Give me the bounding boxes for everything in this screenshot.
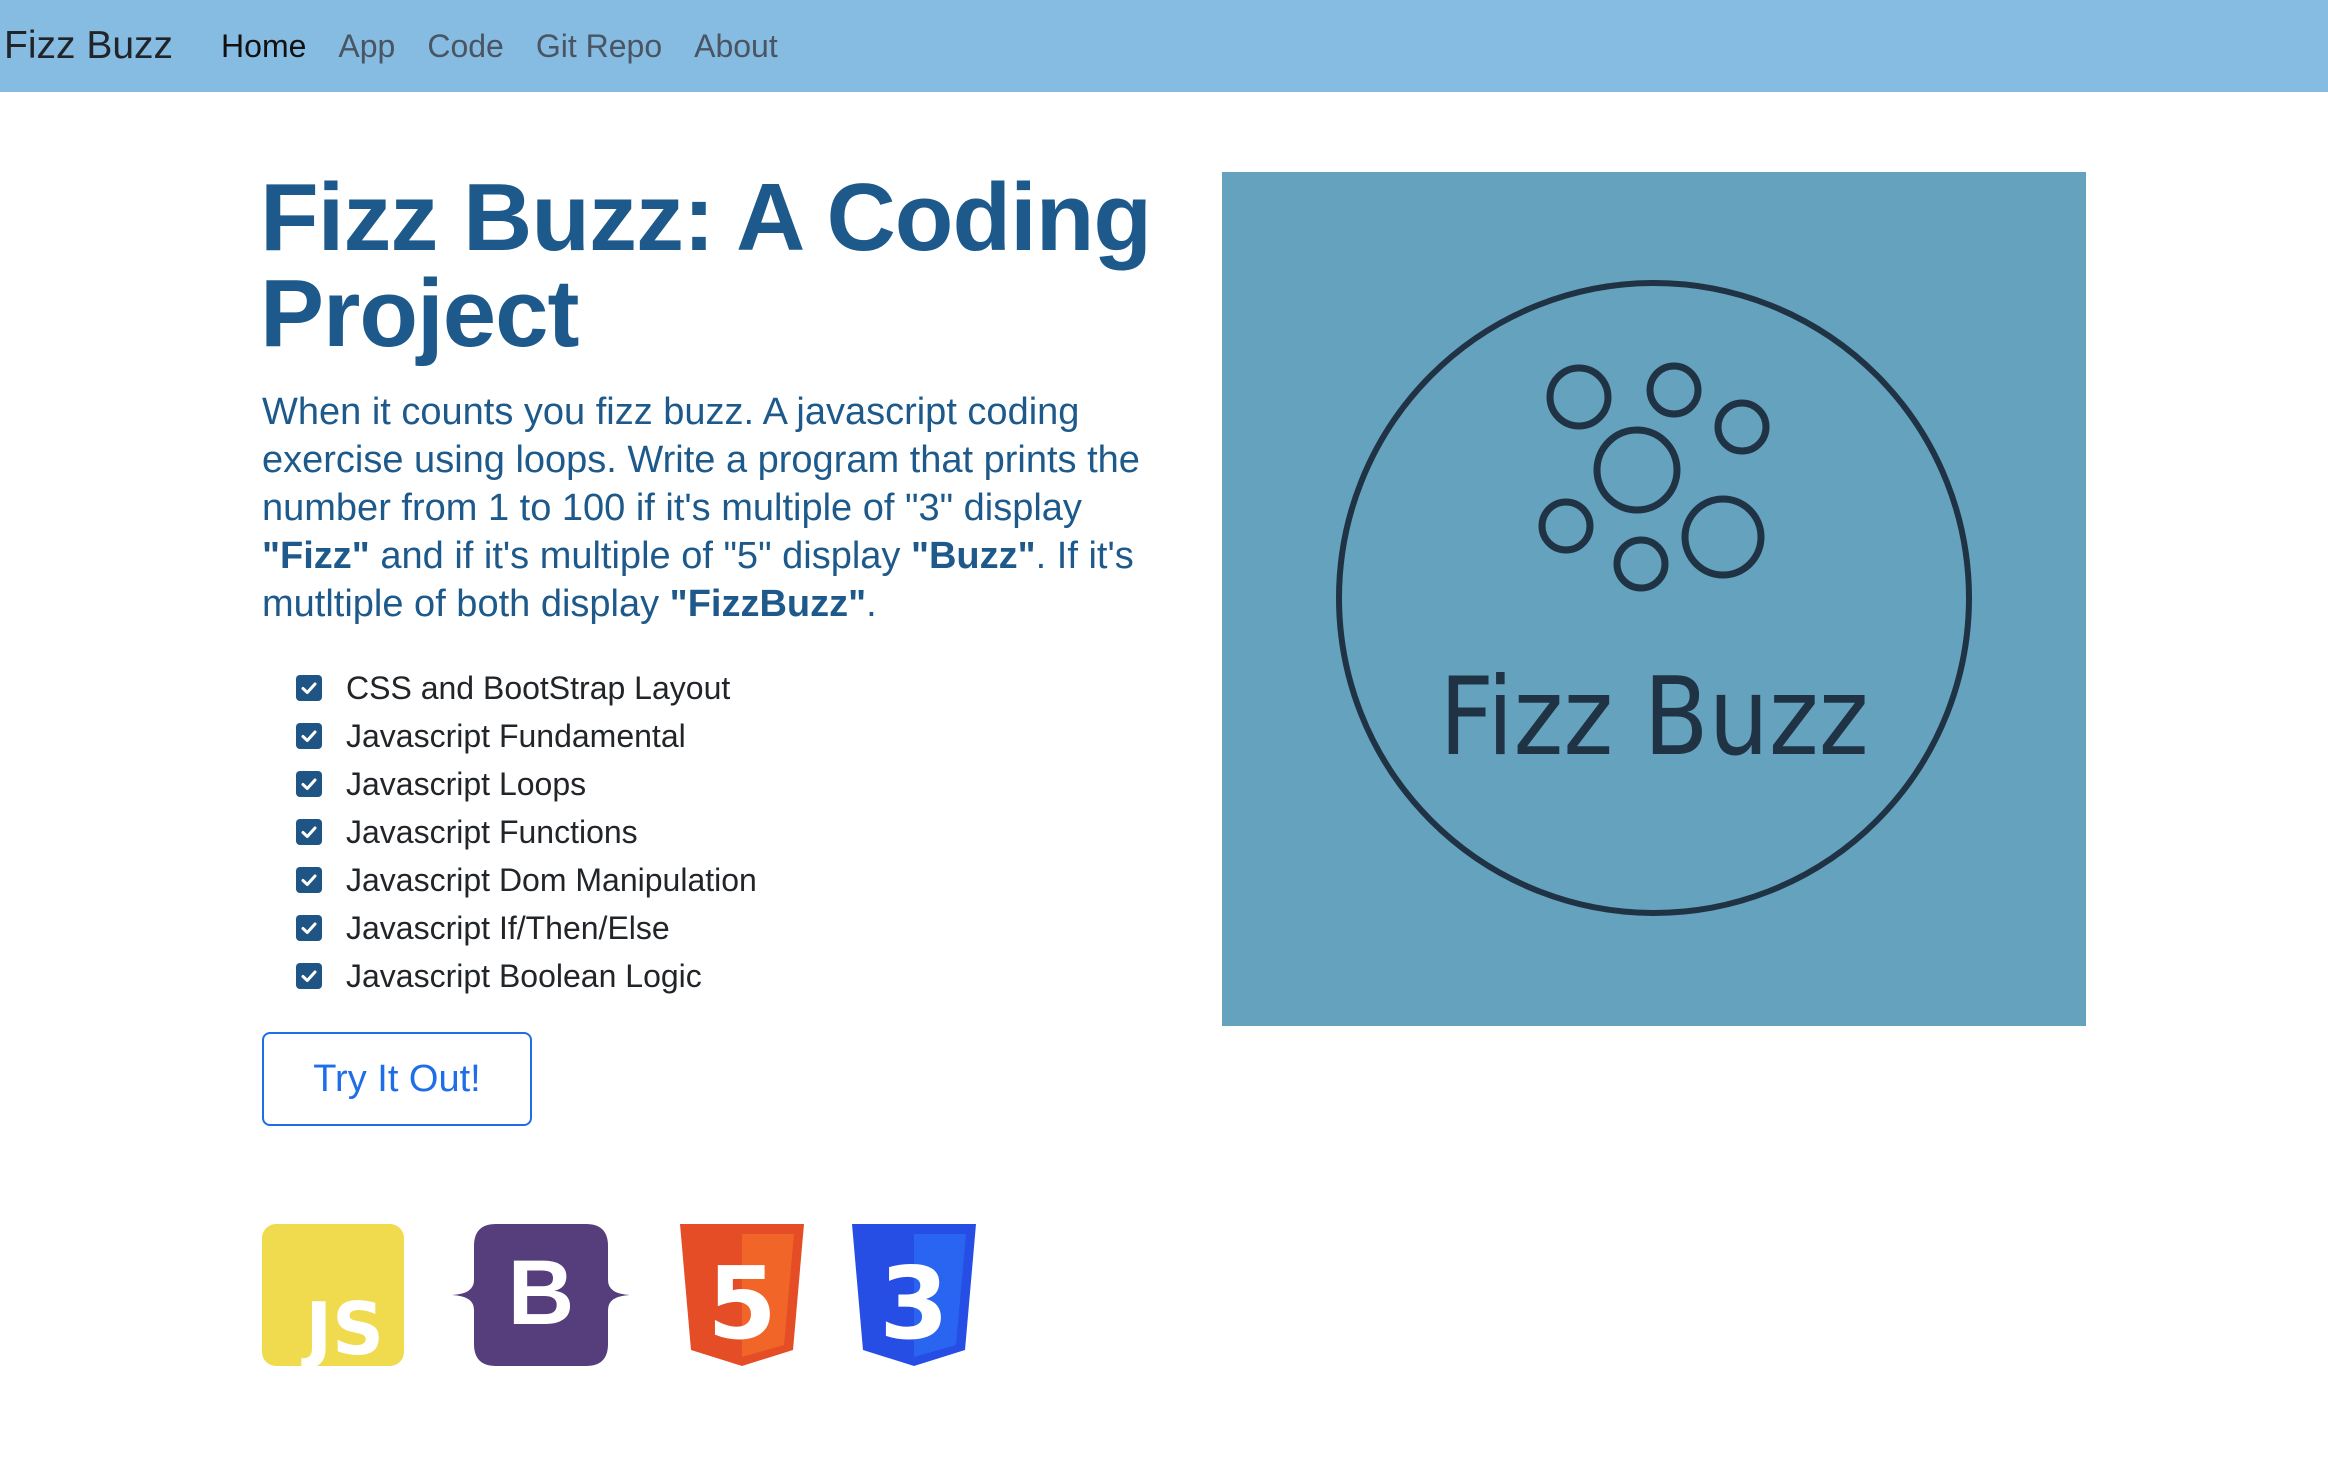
checklist-item: Javascript If/Then/Else <box>296 904 757 952</box>
nav-link-app[interactable]: App <box>338 28 395 65</box>
lead-text-4: . <box>866 583 877 625</box>
try-it-out-button[interactable]: Try It Out! <box>262 1032 532 1126</box>
lead-buzz: "Buzz" <box>910 535 1036 577</box>
check-icon <box>296 963 322 989</box>
checklist-label: Javascript Loops <box>346 765 587 802</box>
checklist-label: CSS and BootStrap Layout <box>346 669 731 706</box>
lead-text-1: When it counts you fizz buzz. A javascri… <box>262 391 1140 529</box>
nav-link-about[interactable]: About <box>694 28 778 65</box>
checklist-label: Javascript Functions <box>346 813 638 850</box>
skills-checklist: CSS and BootStrap Layout Javascript Fund… <box>296 664 757 1000</box>
fizz-buzz-logo-image: Fizz Buzz <box>1222 172 2086 1026</box>
checklist-label: Javascript Fundamental <box>346 717 686 754</box>
bootstrap-icon: B <box>452 1224 630 1366</box>
check-icon <box>296 723 322 749</box>
javascript-icon-label: JS <box>300 1287 384 1366</box>
checklist-item: Javascript Dom Manipulation <box>296 856 757 904</box>
check-icon <box>296 915 322 941</box>
lead-text-2: and if it's multiple of "5" display <box>369 535 911 577</box>
css3-icon: 3 <box>852 1224 976 1366</box>
checklist-label: Javascript Dom Manipulation <box>346 861 757 898</box>
checklist-item: Javascript Fundamental <box>296 712 757 760</box>
bootstrap-icon-label: B <box>508 1242 574 1344</box>
checklist-label: Javascript Boolean Logic <box>346 957 702 994</box>
checklist-item: CSS and BootStrap Layout <box>296 664 757 712</box>
check-icon <box>296 771 322 797</box>
css3-icon-label: 3 <box>879 1245 949 1362</box>
hero-description: When it counts you fizz buzz. A javascri… <box>262 388 1142 628</box>
html5-icon-label: 5 <box>707 1245 777 1362</box>
page-title: Fizz Buzz: A Coding Project <box>260 164 1152 367</box>
lead-fizz: "Fizz" <box>262 535 370 577</box>
checklist-label: Javascript If/Then/Else <box>346 909 670 946</box>
navbar: Fizz Buzz Home App Code Git Repo About <box>0 0 2328 92</box>
logo-text: Fizz Buzz <box>1439 654 1868 779</box>
check-icon <box>296 819 322 845</box>
check-icon <box>296 867 322 893</box>
nav-link-home[interactable]: Home <box>221 28 306 65</box>
checklist-item: Javascript Functions <box>296 808 757 856</box>
nav-link-code[interactable]: Code <box>427 28 504 65</box>
nav-link-git-repo[interactable]: Git Repo <box>536 28 662 65</box>
bubbles-icon <box>1538 362 1770 592</box>
navbar-brand[interactable]: Fizz Buzz <box>4 24 173 68</box>
check-icon <box>296 675 322 701</box>
checklist-item: Javascript Boolean Logic <box>296 952 757 1000</box>
html5-icon: 5 <box>680 1224 804 1366</box>
lead-fizzbuzz: "FizzBuzz" <box>669 583 867 625</box>
checklist-item: Javascript Loops <box>296 760 757 808</box>
javascript-icon: JS <box>262 1224 404 1366</box>
